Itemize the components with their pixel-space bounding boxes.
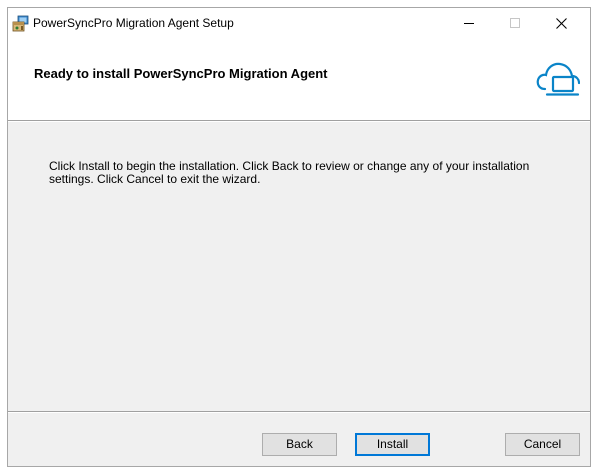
- cancel-button[interactable]: Cancel: [505, 433, 580, 456]
- minimize-button[interactable]: [446, 8, 492, 38]
- title-bar[interactable]: PowerSyncPro Migration Agent Setup: [8, 8, 590, 38]
- close-button[interactable]: [538, 8, 584, 38]
- header-banner: Ready to install PowerSyncPro Migration …: [8, 38, 590, 120]
- instructions-text: Click Install to begin the installation.…: [49, 159, 530, 186]
- footer-separator: [8, 411, 590, 413]
- install-button[interactable]: Install: [355, 433, 430, 456]
- maximize-button: [492, 8, 538, 38]
- page-title: Ready to install PowerSyncPro Migration …: [34, 66, 328, 81]
- setup-window: PowerSyncPro Migration Agent Setup Ready…: [7, 7, 591, 467]
- header-separator: [8, 120, 590, 122]
- back-button[interactable]: Back: [262, 433, 337, 456]
- cloud-laptop-icon: [536, 62, 580, 96]
- close-icon: [555, 17, 567, 29]
- installer-icon: [12, 15, 29, 32]
- maximize-icon: [510, 18, 520, 28]
- minimize-icon: [464, 23, 474, 24]
- window-title: PowerSyncPro Migration Agent Setup: [33, 16, 234, 30]
